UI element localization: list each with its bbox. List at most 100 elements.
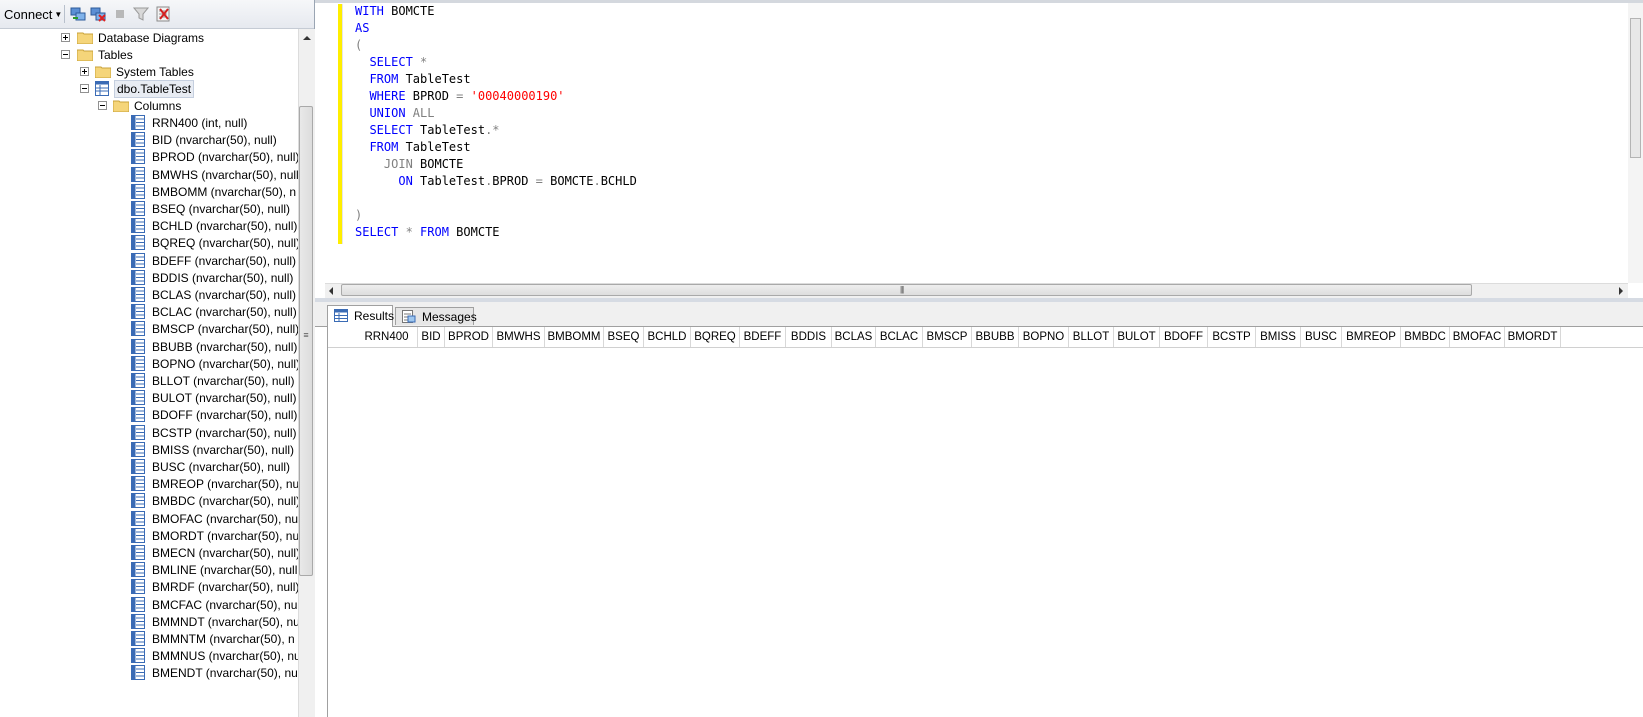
disconnect-icon[interactable]	[90, 6, 106, 22]
collapse-icon[interactable]	[61, 50, 70, 59]
grid-column-header[interactable]: BMORDT	[1505, 327, 1561, 347]
code-line[interactable]: SELECT *	[355, 54, 427, 71]
tree-node-column[interactable]: BMSCP (nvarchar(50), null)	[0, 320, 298, 338]
expand-icon[interactable]	[61, 33, 70, 42]
collapse-icon[interactable]	[80, 84, 89, 93]
tree-node-column[interactable]: BMENDT (nvarchar(50), nu	[0, 664, 298, 682]
tree-node-column[interactable]: BID (nvarchar(50), null)	[0, 131, 298, 149]
tree-node-column[interactable]: BCLAC (nvarchar(50), null)	[0, 303, 298, 321]
tree-node-column[interactable]: BQREQ (nvarchar(50), null)	[0, 234, 298, 252]
tree-node-column[interactable]: BMRDF (nvarchar(50), null)	[0, 578, 298, 596]
tree-node-column[interactable]: BOPNO (nvarchar(50), null)	[0, 355, 298, 373]
tree-node-column[interactable]: BULOT (nvarchar(50), null)	[0, 389, 298, 407]
tree-node-table[interactable]: dbo.TableTest	[0, 80, 298, 98]
grid-column-header[interactable]: RRN400	[356, 327, 418, 347]
tree-node-column[interactable]: BDDIS (nvarchar(50), null)	[0, 269, 298, 287]
tree-node-column[interactable]: BMMNUS (nvarchar(50), nu	[0, 647, 298, 665]
tree-node-column[interactable]: RRN400 (int, null)	[0, 114, 298, 132]
tree-node-column[interactable]: BMREOP (nvarchar(50), nul	[0, 475, 298, 493]
grid-column-header[interactable]: BMWHS	[493, 327, 545, 347]
grid-column-header[interactable]: BDOFF	[1160, 327, 1208, 347]
grid-column-header[interactable]: BMREOP	[1342, 327, 1401, 347]
grid-column-header[interactable]: BDDIS	[786, 327, 832, 347]
tree-node-column[interactable]: BCLAS (nvarchar(50), null)	[0, 286, 298, 304]
editor-horizontal-thumb[interactable]	[341, 284, 1472, 296]
tree-node-column[interactable]: BCSTP (nvarchar(50), null)	[0, 424, 298, 442]
tree-node-column[interactable]: BCHLD (nvarchar(50), null)	[0, 217, 298, 235]
tree-node-column[interactable]: BMMNTM (nvarchar(50), n	[0, 630, 298, 648]
tree-node-column[interactable]: BMBDC (nvarchar(50), null)	[0, 492, 298, 510]
tree-node-column[interactable]: BMISS (nvarchar(50), null)	[0, 441, 298, 459]
grid-column-header[interactable]: BCLAC	[876, 327, 923, 347]
grid-column-header[interactable]: BMISS	[1256, 327, 1301, 347]
tree-node-column[interactable]: BMMNDT (nvarchar(50), nu	[0, 613, 298, 631]
column-label: BDOFF (nvarchar(50), null)	[152, 408, 298, 423]
tree-scrollbar-thumb[interactable]	[299, 106, 313, 576]
tree-node-column[interactable]: BMLINE (nvarchar(50), null	[0, 561, 298, 579]
grid-column-header[interactable]: BMSCP	[923, 327, 972, 347]
code-line[interactable]: )	[355, 207, 362, 224]
code-line[interactable]: WHERE BPROD = '00040000190'	[355, 88, 564, 105]
grid-column-header[interactable]: BCLAS	[832, 327, 876, 347]
results-grid[interactable]	[327, 327, 1643, 717]
grid-column-header[interactable]: BID	[418, 327, 445, 347]
tree-node-column[interactable]: BBUBB (nvarchar(50), null)	[0, 338, 298, 356]
grid-column-header[interactable]: BMOFAC	[1450, 327, 1505, 347]
connect-object-explorer-icon[interactable]	[70, 6, 86, 22]
tree-node-column[interactable]: BLLOT (nvarchar(50), null)	[0, 372, 298, 390]
collapse-icon[interactable]	[98, 101, 107, 110]
tree-node-column[interactable]: BMBOMM (nvarchar(50), n	[0, 183, 298, 201]
tree-node-column[interactable]: BMORDT (nvarchar(50), nu	[0, 527, 298, 545]
grid-column-header[interactable]: BMBOMM	[545, 327, 604, 347]
code-line[interactable]: AS	[355, 20, 369, 37]
editor-vertical-thumb[interactable]	[1630, 18, 1641, 158]
grid-column-header[interactable]: BCSTP	[1208, 327, 1256, 347]
code-line[interactable]: (	[355, 37, 362, 54]
grid-column-header[interactable]: BOPNO	[1019, 327, 1069, 347]
column-icon	[131, 115, 145, 130]
code-line[interactable]: UNION ALL	[355, 105, 434, 122]
tab-messages[interactable]: Messages	[395, 307, 477, 325]
tree-node-column[interactable]: BDEFF (nvarchar(50), null)	[0, 252, 298, 270]
filter-icon[interactable]	[133, 6, 149, 22]
code-line[interactable]: WITH BOMCTE	[355, 3, 434, 20]
connect-button[interactable]: Connect ▼	[4, 6, 62, 22]
expand-icon[interactable]	[80, 67, 89, 76]
grid-column-header[interactable]: BCHLD	[644, 327, 691, 347]
grid-column-header[interactable]: BSEQ	[604, 327, 644, 347]
code-line[interactable]: ON TableTest.BPROD = BOMCTE.BCHLD	[355, 173, 636, 190]
tree-node-column[interactable]: BPROD (nvarchar(50), null)	[0, 148, 298, 166]
tree-node-tables[interactable]: Tables	[0, 46, 298, 64]
tree-node-column[interactable]: BMECN (nvarchar(50), null)	[0, 544, 298, 562]
code-line[interactable]: FROM TableTest	[355, 71, 470, 88]
code-line[interactable]: JOIN BOMCTE	[355, 156, 463, 173]
grid-column-header[interactable]: BLLOT	[1069, 327, 1114, 347]
code-line[interactable]: SELECT TableTest.*	[355, 122, 499, 139]
grid-column-header[interactable]: BMBDC	[1401, 327, 1450, 347]
tree-node-column[interactable]: BDOFF (nvarchar(50), null)	[0, 406, 298, 424]
grid-column-header[interactable]: BPROD	[445, 327, 493, 347]
tree-node-database-diagrams[interactable]: Database Diagrams	[0, 29, 298, 47]
tree-node-system-tables[interactable]: System Tables	[0, 63, 298, 81]
tree-node-column[interactable]: BMOFAC (nvarchar(50), nu	[0, 510, 298, 528]
scroll-up-icon[interactable]	[303, 36, 311, 40]
scroll-right-icon[interactable]	[1619, 287, 1623, 295]
tree-node-columns[interactable]: Columns	[0, 97, 298, 115]
code-line[interactable]: FROM TableTest	[355, 139, 470, 156]
code-token: WITH	[355, 4, 384, 18]
stop-icon[interactable]	[112, 6, 128, 22]
code-line[interactable]: SELECT * FROM BOMCTE	[355, 224, 500, 241]
scroll-left-icon[interactable]	[329, 287, 333, 295]
grid-column-header[interactable]: BBUBB	[972, 327, 1019, 347]
tree-node-column[interactable]: BMWHS (nvarchar(50), null	[0, 166, 298, 184]
grid-column-header[interactable]: BULOT	[1114, 327, 1160, 347]
grid-column-header[interactable]: BDEFF	[740, 327, 786, 347]
tab-results[interactable]: Results	[327, 305, 394, 327]
tree-node-column[interactable]: BUSC (nvarchar(50), null)	[0, 458, 298, 476]
tree-node-column[interactable]: BSEQ (nvarchar(50), null)	[0, 200, 298, 218]
refresh-icon[interactable]	[155, 6, 171, 22]
tree-node-column[interactable]: BMCFAC (nvarchar(50), nu	[0, 596, 298, 614]
grid-column-header[interactable]: BQREQ	[691, 327, 740, 347]
grid-column-header[interactable]: BUSC	[1301, 327, 1342, 347]
query-editor[interactable]	[315, 0, 1643, 300]
